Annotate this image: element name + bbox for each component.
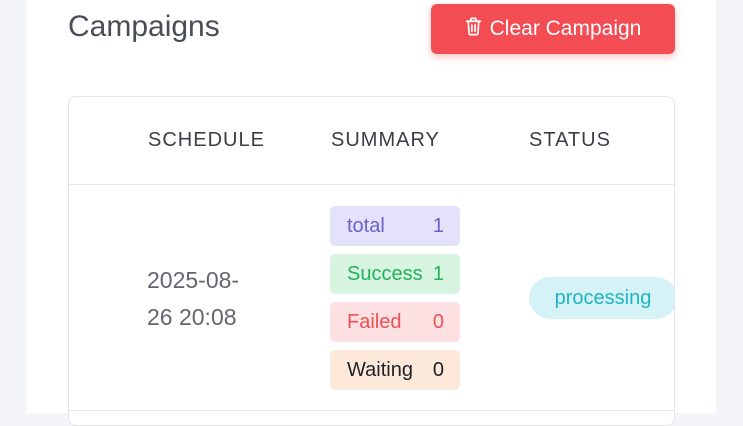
- clear-campaign-button[interactable]: Clear Campaign: [431, 4, 675, 54]
- summary-total: total 1: [330, 206, 460, 246]
- summary-total-label: total: [347, 214, 385, 237]
- summary-waiting: Waiting 0: [330, 350, 460, 390]
- schedule-date: 2025-08-: [147, 267, 240, 293]
- page-title: Campaigns: [68, 10, 220, 43]
- summary-waiting-value: 0: [432, 358, 444, 381]
- clear-campaign-label: Clear Campaign: [489, 17, 642, 40]
- summary-success-value: 1: [432, 262, 444, 285]
- row-divider: [69, 410, 674, 411]
- summary-total-value: 1: [432, 214, 444, 237]
- schedule-time: 26 20:08: [147, 304, 237, 330]
- trash-icon: [465, 17, 482, 42]
- column-header-summary: SUMMARY: [331, 129, 440, 151]
- table-header: SCHEDULE SUMMARY STATUS: [69, 97, 674, 185]
- column-header-schedule: SCHEDULE: [148, 129, 265, 151]
- status-badge: processing: [529, 277, 674, 319]
- summary-success: Success 1: [330, 254, 460, 294]
- summary-failed-value: 0: [432, 310, 444, 333]
- summary-failed-label: Failed: [347, 310, 402, 333]
- summary-waiting-label: Waiting: [347, 358, 413, 381]
- campaigns-table: SCHEDULE SUMMARY STATUS 2025-08- 26 20:0…: [68, 96, 675, 426]
- summary-success-label: Success: [347, 262, 423, 285]
- summary-failed: Failed 0: [330, 302, 460, 342]
- column-header-status: STATUS: [529, 129, 611, 151]
- schedule-cell: 2025-08- 26 20:08: [147, 262, 277, 336]
